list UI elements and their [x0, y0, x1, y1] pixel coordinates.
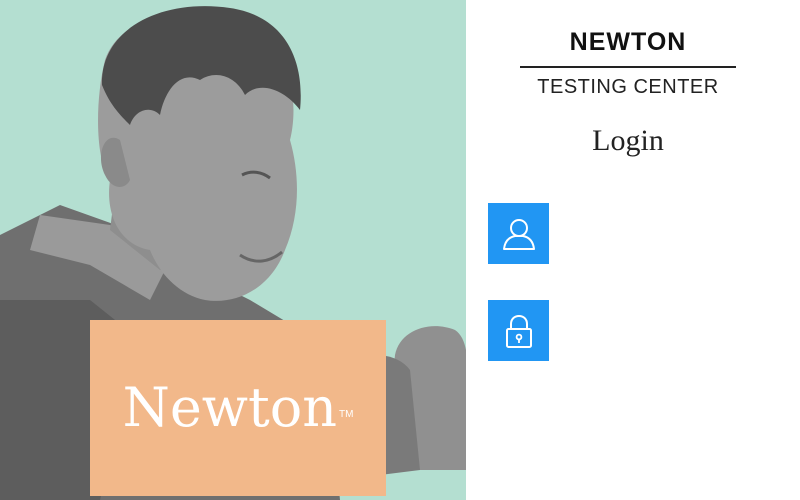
trademark-mark: TM [338, 408, 354, 420]
hero-panel: Newton TM [0, 0, 466, 500]
username-icon-box [488, 203, 549, 264]
app-title: NEWTON [569, 28, 687, 56]
brand-logo-box: Newton TM [90, 320, 386, 496]
login-heading: Login [592, 124, 664, 157]
app-subtitle: TESTING CENTER [537, 76, 719, 98]
password-icon-box [488, 300, 549, 361]
brand-logo-text: Newton [122, 376, 337, 439]
password-input[interactable] [556, 308, 790, 354]
title-divider [520, 66, 736, 68]
username-input[interactable] [556, 211, 790, 257]
lock-icon [505, 314, 532, 348]
user-icon [502, 218, 535, 250]
